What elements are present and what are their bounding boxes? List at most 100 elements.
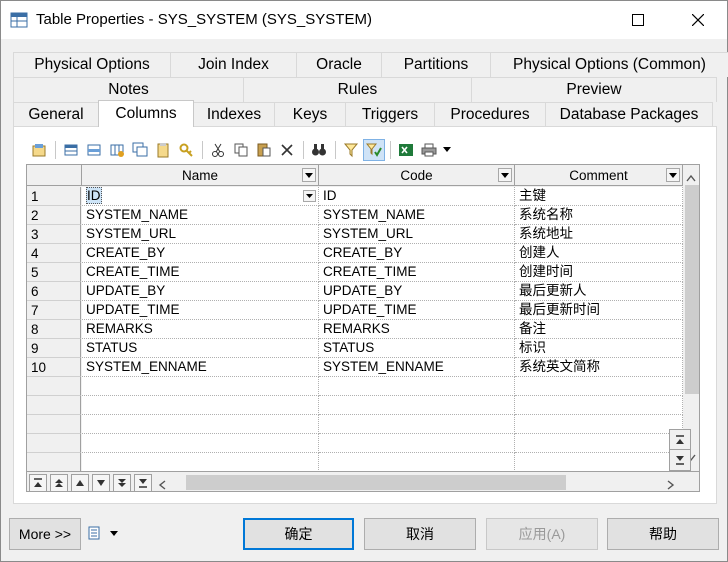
cell-code[interactable] [319, 434, 515, 453]
row-header[interactable]: 2 [27, 206, 81, 225]
cell-name[interactable]: CREATE_BY [82, 244, 319, 263]
properties-button[interactable] [28, 139, 50, 161]
row-header[interactable]: 10 [27, 358, 81, 377]
tab-procedures[interactable]: Procedures [434, 102, 546, 127]
apply-button[interactable]: 应用(A) [486, 518, 598, 550]
cell-comment[interactable]: 创建人 [515, 244, 683, 263]
delete-button[interactable] [276, 139, 298, 161]
tab-oracle[interactable]: Oracle [296, 52, 382, 77]
cell-code[interactable]: SYSTEM_ENNAME [319, 358, 515, 377]
title-bar[interactable]: Table Properties - SYS_SYSTEM (SYS_SYSTE… [1, 1, 727, 39]
cancel-button[interactable]: 取消 [364, 518, 476, 550]
cell-code[interactable]: SYSTEM_NAME [319, 206, 515, 225]
cell-comment[interactable]: 主键 [515, 187, 683, 206]
move-up-button[interactable] [71, 474, 89, 491]
cell-name[interactable]: UPDATE_BY [82, 282, 319, 301]
row-header[interactable] [27, 434, 81, 453]
cell-name[interactable]: SYSTEM_ENNAME [82, 358, 319, 377]
cell-comment[interactable]: 系统英文简称 [515, 358, 683, 377]
cell-comment[interactable]: 备注 [515, 320, 683, 339]
cell-code[interactable]: ID [319, 187, 515, 206]
row-header[interactable]: 7 [27, 301, 81, 320]
cell-name[interactable] [82, 377, 319, 396]
tab-preview[interactable]: Preview [471, 77, 717, 102]
move-page-up-button[interactable] [50, 474, 68, 491]
tab-physical-options-common[interactable]: Physical Options (Common) [490, 52, 728, 77]
cell-comment[interactable]: 标识 [515, 339, 683, 358]
cut-button[interactable] [207, 139, 229, 161]
row-header[interactable]: 3 [27, 225, 81, 244]
cell-name[interactable]: REMARKS [82, 320, 319, 339]
row-header[interactable]: 6 [27, 282, 81, 301]
tab-columns[interactable]: Columns [98, 100, 194, 127]
scroll-right-icon[interactable] [667, 477, 675, 491]
print-button[interactable] [418, 139, 440, 161]
filter-button[interactable] [340, 139, 362, 161]
cell-name[interactable]: SYSTEM_NAME [82, 206, 319, 225]
row-header[interactable] [27, 396, 81, 415]
tab-indexes[interactable]: Indexes [193, 102, 275, 127]
cell-name[interactable]: STATUS [82, 339, 319, 358]
cell-comment[interactable]: 最后更新时间 [515, 301, 683, 320]
cell-comment[interactable]: 最后更新人 [515, 282, 683, 301]
key-button[interactable] [175, 139, 197, 161]
header-code-dropdown[interactable] [498, 168, 512, 182]
cell-comment[interactable]: 系统地址 [515, 225, 683, 244]
tab-rules[interactable]: Rules [243, 77, 472, 102]
row-header[interactable]: 9 [27, 339, 81, 358]
cell-name[interactable]: SYSTEM_URL [82, 225, 319, 244]
tab-triggers[interactable]: Triggers [345, 102, 435, 127]
add-columns-button[interactable] [106, 139, 128, 161]
header-name[interactable]: Name [82, 165, 319, 186]
tab-notes[interactable]: Notes [13, 77, 244, 102]
tab-keys[interactable]: Keys [274, 102, 346, 127]
find-button[interactable] [308, 139, 330, 161]
cell-code[interactable] [319, 415, 515, 434]
row-header[interactable] [27, 453, 81, 472]
cell-comment[interactable] [515, 434, 683, 453]
header-comment[interactable]: Comment [515, 165, 683, 186]
cell-comment[interactable] [515, 453, 683, 472]
more-button[interactable]: More >> [9, 518, 81, 550]
cell-code[interactable]: UPDATE_BY [319, 282, 515, 301]
cell-comment[interactable] [515, 396, 683, 415]
spinner-bottom-button[interactable] [670, 450, 690, 470]
horizontal-scroll-thumb[interactable] [186, 475, 566, 490]
row-header[interactable]: 8 [27, 320, 81, 339]
cell-code[interactable]: SYSTEM_URL [319, 225, 515, 244]
cell-code[interactable] [319, 453, 515, 472]
cell-name[interactable] [82, 396, 319, 415]
scroll-left-icon[interactable] [158, 477, 166, 491]
cell-name[interactable] [82, 415, 319, 434]
copy-button[interactable] [230, 139, 252, 161]
cell-comment[interactable] [515, 415, 683, 434]
cell-code[interactable]: CREATE_BY [319, 244, 515, 263]
move-page-down-button[interactable] [113, 474, 131, 491]
insert-row-button[interactable] [83, 139, 105, 161]
help-button[interactable]: 帮助 [607, 518, 719, 550]
cell-code[interactable]: UPDATE_TIME [319, 301, 515, 320]
cell-name[interactable]: CREATE_TIME [82, 263, 319, 282]
header-comment-dropdown[interactable] [666, 168, 680, 182]
paste-button[interactable] [253, 139, 275, 161]
add-row-button[interactable] [60, 139, 82, 161]
cell-name[interactable] [82, 434, 319, 453]
row-header[interactable]: 4 [27, 244, 81, 263]
header-code[interactable]: Code [319, 165, 515, 186]
close-button[interactable] [675, 1, 721, 39]
vertical-scroll-thumb[interactable] [685, 185, 699, 394]
customize-columns-button[interactable] [363, 139, 385, 161]
cell-comment[interactable]: 系统名称 [515, 206, 683, 225]
paste-row-button[interactable] [152, 139, 174, 161]
move-bottom-button[interactable] [134, 474, 152, 491]
cell-code[interactable]: REMARKS [319, 320, 515, 339]
row-header[interactable]: 5 [27, 263, 81, 282]
replicate-button[interactable] [129, 139, 151, 161]
cell-code[interactable] [319, 377, 515, 396]
cell-name[interactable]: ID [82, 187, 319, 206]
tab-general[interactable]: General [13, 102, 99, 127]
tab-database-packages[interactable]: Database Packages [545, 102, 713, 127]
tab-join-index[interactable]: Join Index [170, 52, 297, 77]
cell-code[interactable]: STATUS [319, 339, 515, 358]
spinner-top-button[interactable] [670, 430, 690, 450]
